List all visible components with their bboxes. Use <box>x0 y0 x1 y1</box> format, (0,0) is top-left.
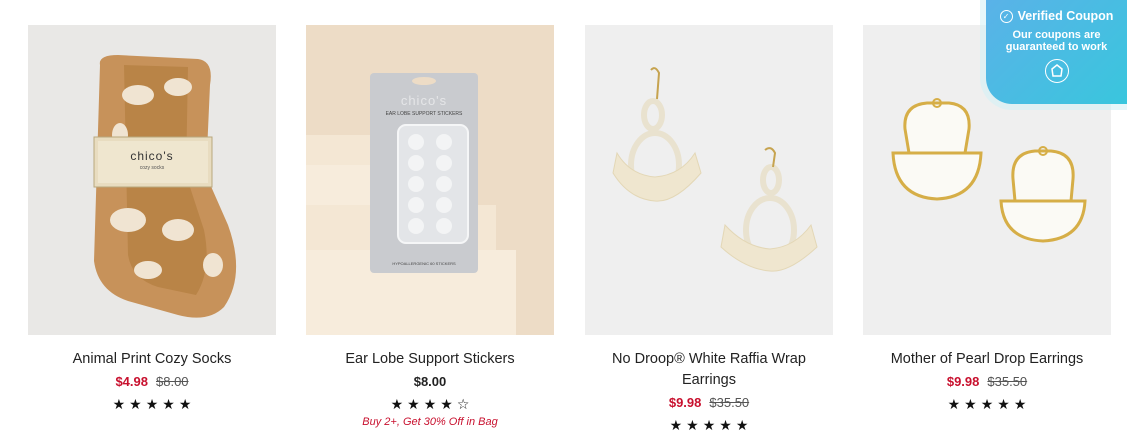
product-title-line1: No Droop® White Raffia Wrap <box>612 351 806 367</box>
coupon-title-row: ✓ Verified Coupon <box>986 9 1127 23</box>
original-price: $35.50 <box>987 374 1028 389</box>
product-card-socks[interactable]: chico's cozy socks Animal Print Cozy Soc… <box>28 25 276 412</box>
price-row: $9.98 $35.50 <box>585 395 833 411</box>
original-price: $35.50 <box>709 395 750 410</box>
original-price: $8.00 <box>156 374 189 389</box>
stickers-package-footer: HYPOALLERGENIC 60 STICKERS <box>392 261 456 266</box>
star-rating: ★★★★☆ <box>390 396 474 412</box>
star-rating: ★★★★★ <box>669 417 753 433</box>
coupon-line1: Our coupons are <box>1012 29 1101 41</box>
product-image-stickers[interactable]: chico's EAR LOBE SUPPORT STICKERS HYPOAL… <box>306 25 554 335</box>
promo-text: Buy 2+, Get 30% Off in Bag <box>362 416 498 428</box>
coupon-title: Verified Coupon <box>1017 9 1114 23</box>
product-title[interactable]: Animal Print Cozy Socks <box>28 349 276 370</box>
sale-price: $4.98 <box>115 374 148 389</box>
price: $8.00 <box>413 374 447 389</box>
product-title-line2: Earrings <box>682 372 736 388</box>
coupon-description: Our coupons are guaranteed to work <box>986 29 1127 53</box>
raffia-earrings-illustration <box>585 25 833 335</box>
sale-price: $9.98 <box>668 395 702 410</box>
product-card-stickers[interactable]: chico's EAR LOBE SUPPORT STICKERS HYPOAL… <box>306 25 554 428</box>
stickers-brand-sublabel: EAR LOBE SUPPORT STICKERS <box>385 111 463 117</box>
price-row: $4.98 $8.00 <box>28 374 276 390</box>
stickers-illustration <box>306 25 554 335</box>
product-image-raffia-earrings[interactable] <box>585 25 833 335</box>
stickers-brand-label: chico's <box>400 93 448 108</box>
product-image-socks[interactable]: chico's cozy socks <box>28 25 276 335</box>
product-title[interactable]: Mother of Pearl Drop Earrings <box>863 349 1111 370</box>
socks-brand-label: chico's <box>130 149 174 163</box>
product-title[interactable]: No Droop® White Raffia Wrap Earrings <box>585 349 833 391</box>
price-row: $9.98 $35.50 <box>863 374 1111 390</box>
star-rating: ★★★★★ <box>112 396 196 412</box>
check-circle-icon: ✓ <box>999 9 1013 23</box>
coupon-line2: guaranteed to work <box>1005 41 1108 53</box>
star-rating: ★★★★★ <box>947 396 1031 412</box>
sale-price: $9.98 <box>946 374 980 389</box>
shield-logo-icon[interactable] <box>1044 59 1069 83</box>
socks-illustration <box>28 25 276 335</box>
verified-coupon-badge[interactable]: ✓ Verified Coupon Our coupons are guaran… <box>986 0 1127 104</box>
product-title[interactable]: Ear Lobe Support Stickers <box>306 349 554 370</box>
product-card-raffia-earrings[interactable]: No Droop® White Raffia Wrap Earrings $9.… <box>585 25 833 433</box>
socks-brand-sublabel: cozy socks <box>139 165 165 171</box>
price-row: $8.00 <box>306 374 554 390</box>
